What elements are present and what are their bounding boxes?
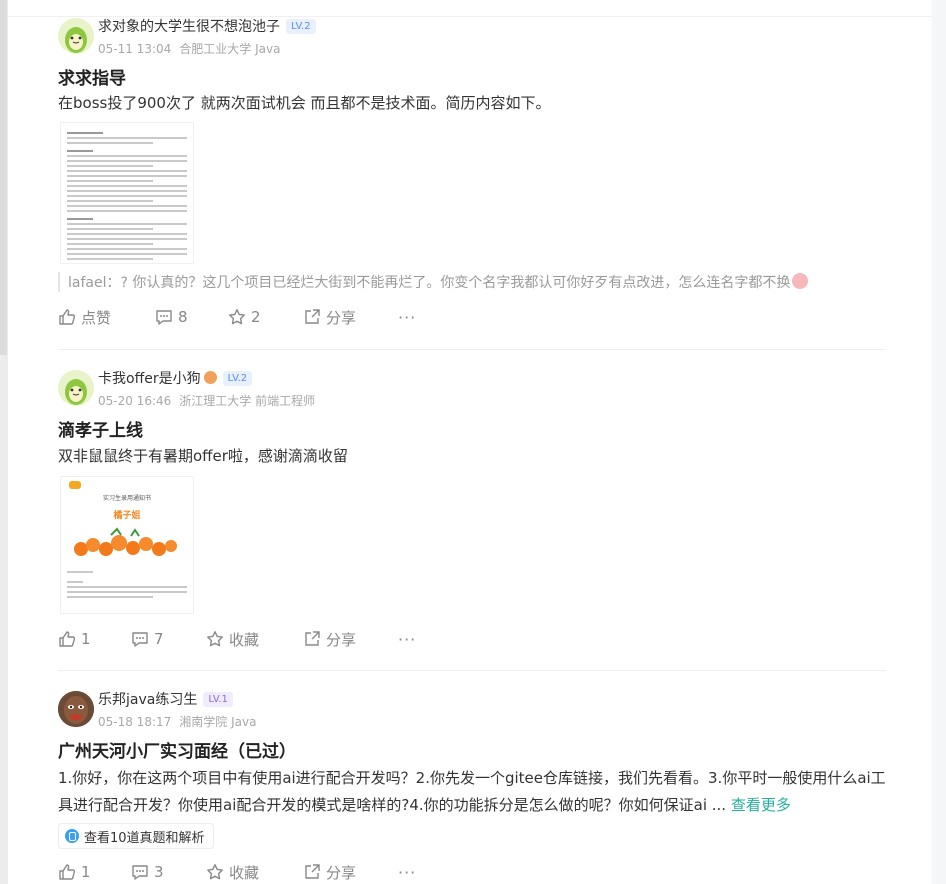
star-icon [207, 631, 223, 647]
post-card[interactable]: 求对象的大学生很不想泡池子 LV.2 05-11 13:04 合肥工业大学 Java… [58, 18, 888, 338]
like-button[interactable]: 1 [58, 628, 91, 650]
share-button[interactable]: 分享 [303, 628, 356, 650]
comment-icon [132, 632, 148, 647]
level-badge: LV.1 [203, 692, 233, 707]
level-badge: LV.2 [286, 19, 316, 34]
star-icon [229, 309, 245, 325]
post-meta: 05-11 13:04 合肥工业大学 Java [98, 40, 280, 57]
left-edge [0, 0, 8, 884]
avatar[interactable] [58, 691, 94, 727]
avocado-avatar-icon [65, 379, 87, 405]
username[interactable]: 乐邦java练习生 LV.1 [98, 689, 233, 709]
emoji-icon [792, 273, 809, 289]
user-photo-avatar-icon [58, 691, 94, 727]
thumbs-up-icon [59, 309, 76, 325]
comment-icon [132, 865, 148, 880]
post-actions: 1 7 收藏 分享 ··· [58, 628, 888, 650]
hot-comment[interactable]: lafael：? 你认真的？这几个项目已经烂大街到不能再烂了。你变个名字我都认可… [58, 272, 809, 292]
post-content[interactable]: 在boss投了900次了 就两次面试机会 而且都不是技术面。简历内容如下。 [58, 90, 888, 117]
dog-emoji-icon [203, 371, 217, 384]
thumb-heading: 实习生录用通知书 [102, 495, 151, 502]
comment-text: ? 你认真的？这几个项目已经烂大街到不能再烂了。你变个名字我都认可你好歹有点改进… [120, 275, 791, 291]
post-date: 05-11 13:04 [98, 42, 172, 56]
post-actions: 1 3 收藏 分享 ··· [58, 861, 888, 883]
see-more-link[interactable]: 查看更多 [731, 796, 791, 814]
post-content[interactable]: 双非鼠鼠终于有暑期offer啦，感谢滴滴收留 [58, 443, 888, 470]
post-card[interactable]: 乐邦java练习生 LV.1 05-18 18:17 湘南学院 Java 广州天河小… [58, 691, 888, 884]
post-content[interactable]: 1.你好，你在这两个项目中有使用ai进行配合开发吗？2.你先发一个gitee仓库… [58, 765, 888, 819]
like-button[interactable]: 1 [58, 861, 91, 883]
post-card[interactable]: 卡我offer是小狗 LV.2 05-20 16:46 浙江理工大学 前端工程师 滴… [58, 370, 888, 658]
level-badge: LV.2 [222, 371, 253, 386]
view-questions-chip[interactable]: 查看10道真题和解析 [58, 823, 214, 849]
oranges-illustration-icon [74, 527, 177, 556]
post-date: 05-18 18:17 [98, 715, 172, 729]
more-options-button[interactable]: ··· [398, 306, 416, 328]
share-icon [305, 864, 320, 879]
share-icon [305, 631, 320, 646]
post-date: 05-20 16:46 [98, 394, 172, 408]
feed-panel: 求对象的大学生很不想泡池子 LV.2 05-11 13:04 合肥工业大学 Java… [8, 0, 932, 884]
post-meta: 05-20 16:46 浙江理工大学 前端工程师 [98, 392, 315, 409]
favorite-button[interactable]: 收藏 [206, 861, 259, 883]
post-actions: 点赞 8 2 分享 ··· [58, 306, 888, 328]
comment-button[interactable]: 3 [131, 861, 164, 883]
comment-user: lafael： [68, 275, 121, 291]
right-edge [932, 0, 946, 884]
post-title[interactable]: 广州天河小厂实习面经（已过） [58, 737, 296, 762]
post-meta: 05-18 18:17 湘南学院 Java [98, 713, 256, 730]
question-bank-icon [65, 829, 79, 843]
favorite-button[interactable]: 收藏 [206, 628, 259, 650]
comment-icon [156, 310, 172, 325]
offer-letter-thumbnail[interactable]: 实习生录用通知书 橘子姐 [60, 476, 194, 614]
thumbs-up-icon [59, 631, 76, 647]
thumb-subtitle: 橘子姐 [113, 511, 141, 521]
post-title[interactable]: 滴孝子上线 [58, 416, 143, 441]
like-button[interactable]: 点赞 [58, 306, 111, 328]
share-button[interactable]: 分享 [303, 861, 356, 883]
more-options-button[interactable]: ··· [398, 628, 416, 650]
post-school: 合肥工业大学 Java [179, 42, 281, 56]
post-school: 湘南学院 Java [179, 715, 257, 729]
thumbs-up-icon [59, 864, 76, 880]
comment-button[interactable]: 7 [131, 628, 164, 650]
share-icon [305, 309, 320, 324]
username[interactable]: 卡我offer是小狗 LV.2 [98, 368, 253, 388]
avocado-avatar-icon [65, 27, 87, 53]
favorite-button[interactable]: 2 [228, 306, 261, 328]
resume-image-thumbnail[interactable] [60, 122, 194, 264]
username[interactable]: 求对象的大学生很不想泡池子 LV.2 [98, 16, 316, 36]
avatar[interactable] [58, 18, 94, 54]
avatar[interactable] [58, 370, 94, 406]
comment-button[interactable]: 8 [155, 306, 188, 328]
post-school: 浙江理工大学 前端工程师 [179, 394, 316, 408]
more-options-button[interactable]: ··· [398, 861, 416, 883]
star-icon [207, 864, 223, 880]
share-button[interactable]: 分享 [303, 306, 356, 328]
post-title[interactable]: 求求指导 [58, 64, 126, 89]
